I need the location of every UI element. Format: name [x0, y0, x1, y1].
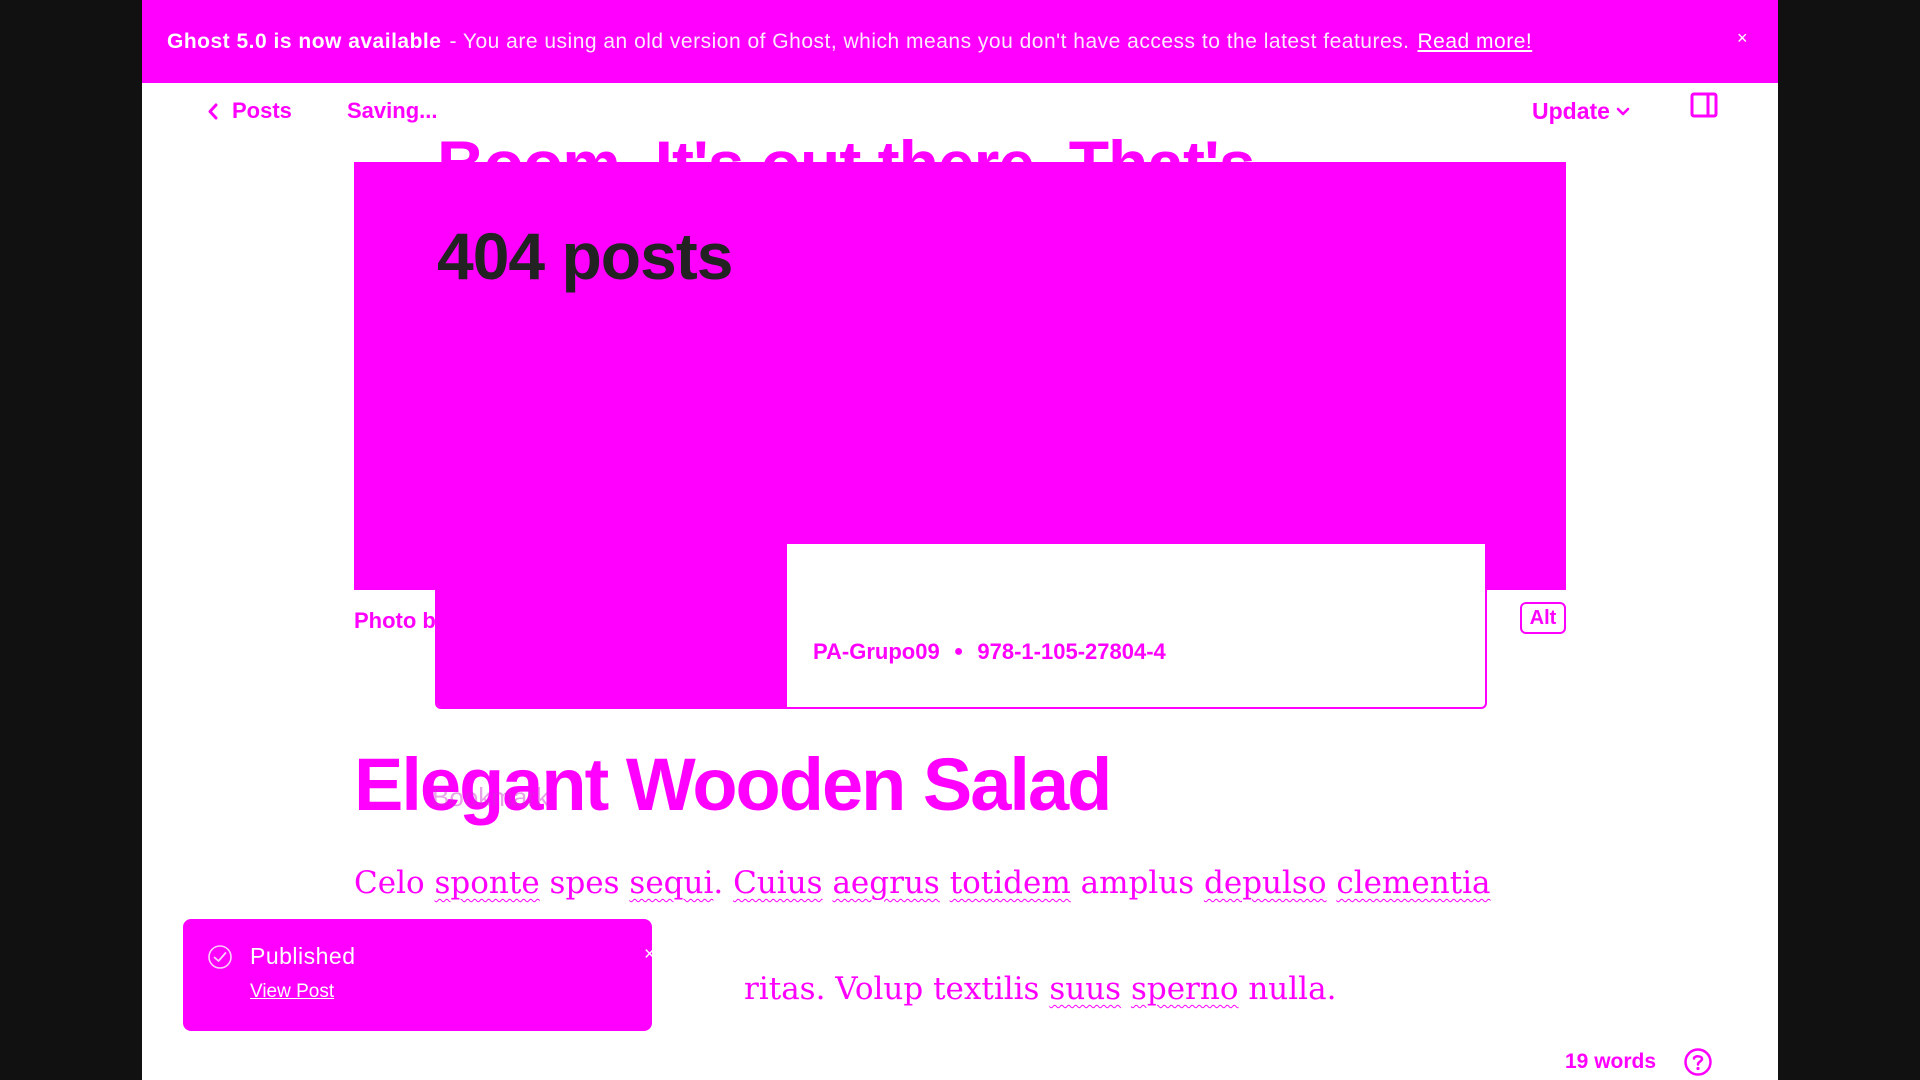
chevron-left-icon — [208, 103, 218, 119]
sidebar-toggle-icon[interactable] — [1690, 92, 1718, 123]
help-icon[interactable] — [1683, 1047, 1713, 1080]
body-text — [1327, 865, 1337, 901]
view-post-link[interactable]: View Post — [250, 981, 334, 1003]
published-toast: Published View Post × — [183, 919, 655, 1031]
toast-title: Published — [250, 943, 356, 969]
body-text: totidem — [949, 865, 1071, 901]
update-label: Update — [1532, 98, 1610, 124]
body-text: ritas. Volup textilis — [744, 971, 1050, 1007]
body-text: sequi — [629, 865, 714, 901]
back-to-posts-link[interactable]: Posts — [207, 98, 292, 124]
bookmark-isbn: 978-1-105-27804-4 — [977, 639, 1166, 664]
body-text: aegrus — [832, 865, 940, 901]
body-text: . — [713, 865, 734, 901]
body-text: sponte — [434, 865, 540, 901]
body-text: spes — [539, 865, 630, 901]
body-text: nulla. — [1238, 971, 1337, 1007]
editor-header: Posts Saving... Update — [142, 83, 1778, 143]
body-text: Cuius — [733, 865, 823, 901]
check-circle-icon — [208, 945, 232, 969]
chevron-down-icon — [1616, 107, 1630, 115]
word-count: 19 words — [1565, 1050, 1657, 1073]
separator-dot: ● — [953, 643, 964, 660]
bookmark-publisher: PA-Grupo09 — [813, 639, 940, 664]
feature-image-caption[interactable]: Photo b — [354, 608, 436, 634]
body-text: suus — [1049, 971, 1122, 1007]
save-status: Saving... — [347, 98, 438, 123]
bookmark-thumbnail — [437, 544, 787, 707]
toast-close-icon[interactable]: × — [644, 944, 655, 966]
back-label: Posts — [232, 98, 292, 123]
feature-image[interactable] — [354, 162, 1566, 590]
body-text: sperno — [1130, 971, 1239, 1007]
banner-close-icon[interactable]: × — [1737, 28, 1748, 49]
body-text: amplus — [1070, 865, 1204, 901]
banner-message: - You are using an old version of Ghost,… — [449, 29, 1410, 53]
editor-window: Ghost 5.0 is now available - You are usi… — [142, 0, 1778, 1080]
update-button[interactable]: Update — [1532, 98, 1630, 125]
body-text — [823, 865, 833, 901]
card-placeholder-label: Bookmark — [432, 782, 550, 812]
banner-title: Ghost 5.0 is now available — [167, 29, 442, 53]
body-text: clementia — [1336, 865, 1491, 901]
upgrade-banner: Ghost 5.0 is now available - You are usi… — [142, 0, 1778, 83]
bookmark-card[interactable]: PA-Grupo09 ● 978-1-105-27804-4 — [435, 544, 1487, 709]
body-text — [940, 865, 950, 901]
bookmark-meta: PA-Grupo09 ● 978-1-105-27804-4 — [813, 639, 1166, 665]
banner-read-more-link[interactable]: Read more! — [1418, 30, 1533, 54]
alt-text-button[interactable]: Alt — [1520, 602, 1566, 634]
body-text: depulso — [1204, 865, 1327, 901]
body-text: Celo — [354, 865, 435, 901]
